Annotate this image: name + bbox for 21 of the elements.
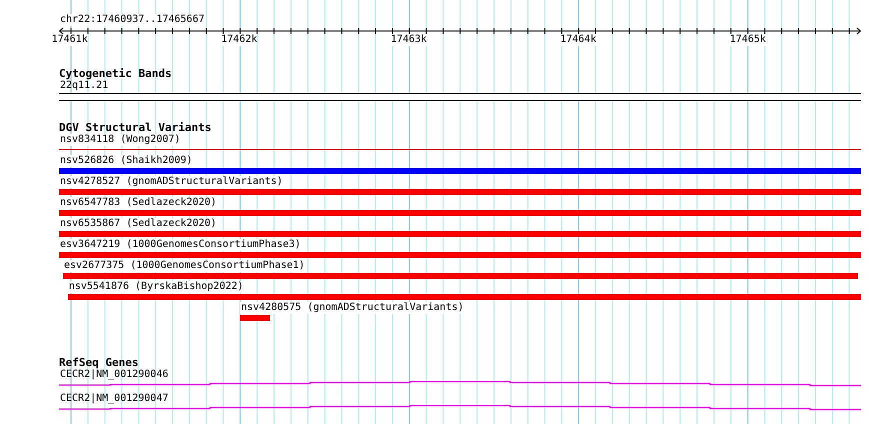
variant-label: nsv834118 (Wong2007) — [59, 134, 180, 146]
variant-label: nsv5541876 (ByrskaBishop2022) — [68, 281, 244, 293]
track-title: Cytogenetic Bands — [59, 67, 172, 80]
ruler-label: 17465k — [730, 34, 766, 46]
ruler-label: 17461k — [52, 34, 88, 46]
ruler-label: 17462k — [221, 34, 258, 46]
track-title: DGV Structural Variants — [59, 121, 212, 134]
track-title: RefSeq Genes — [59, 356, 138, 369]
transcript-label: CECR2|NM_001290047 — [59, 393, 168, 405]
variant-label: esv3647219 (1000GenomesConsortiumPhase3) — [59, 239, 301, 251]
ruler-label: 17463k — [390, 34, 427, 46]
variant-label: nsv6535867 (Sedlazeck2020) — [59, 218, 217, 230]
variant-label: nsv6547783 (Sedlazeck2020) — [59, 197, 217, 209]
variant-label: nsv4280575 (gnomADStructuralVariants) — [240, 302, 464, 314]
variant-label: esv2677375 (1000GenomesConsortiumPhase1) — [63, 260, 305, 272]
region-title: chr22:17460937..17465667 — [59, 14, 204, 26]
variant-label: nsv526826 (Shaikh2009) — [59, 155, 192, 167]
variant-label: nsv4278527 (gnomADStructuralVariants) — [59, 176, 283, 188]
ruler-label: 17464k — [560, 34, 596, 46]
band-label: 22q11.21 — [59, 80, 108, 92]
transcript-label: CECR2|NM_001290046 — [59, 369, 168, 381]
